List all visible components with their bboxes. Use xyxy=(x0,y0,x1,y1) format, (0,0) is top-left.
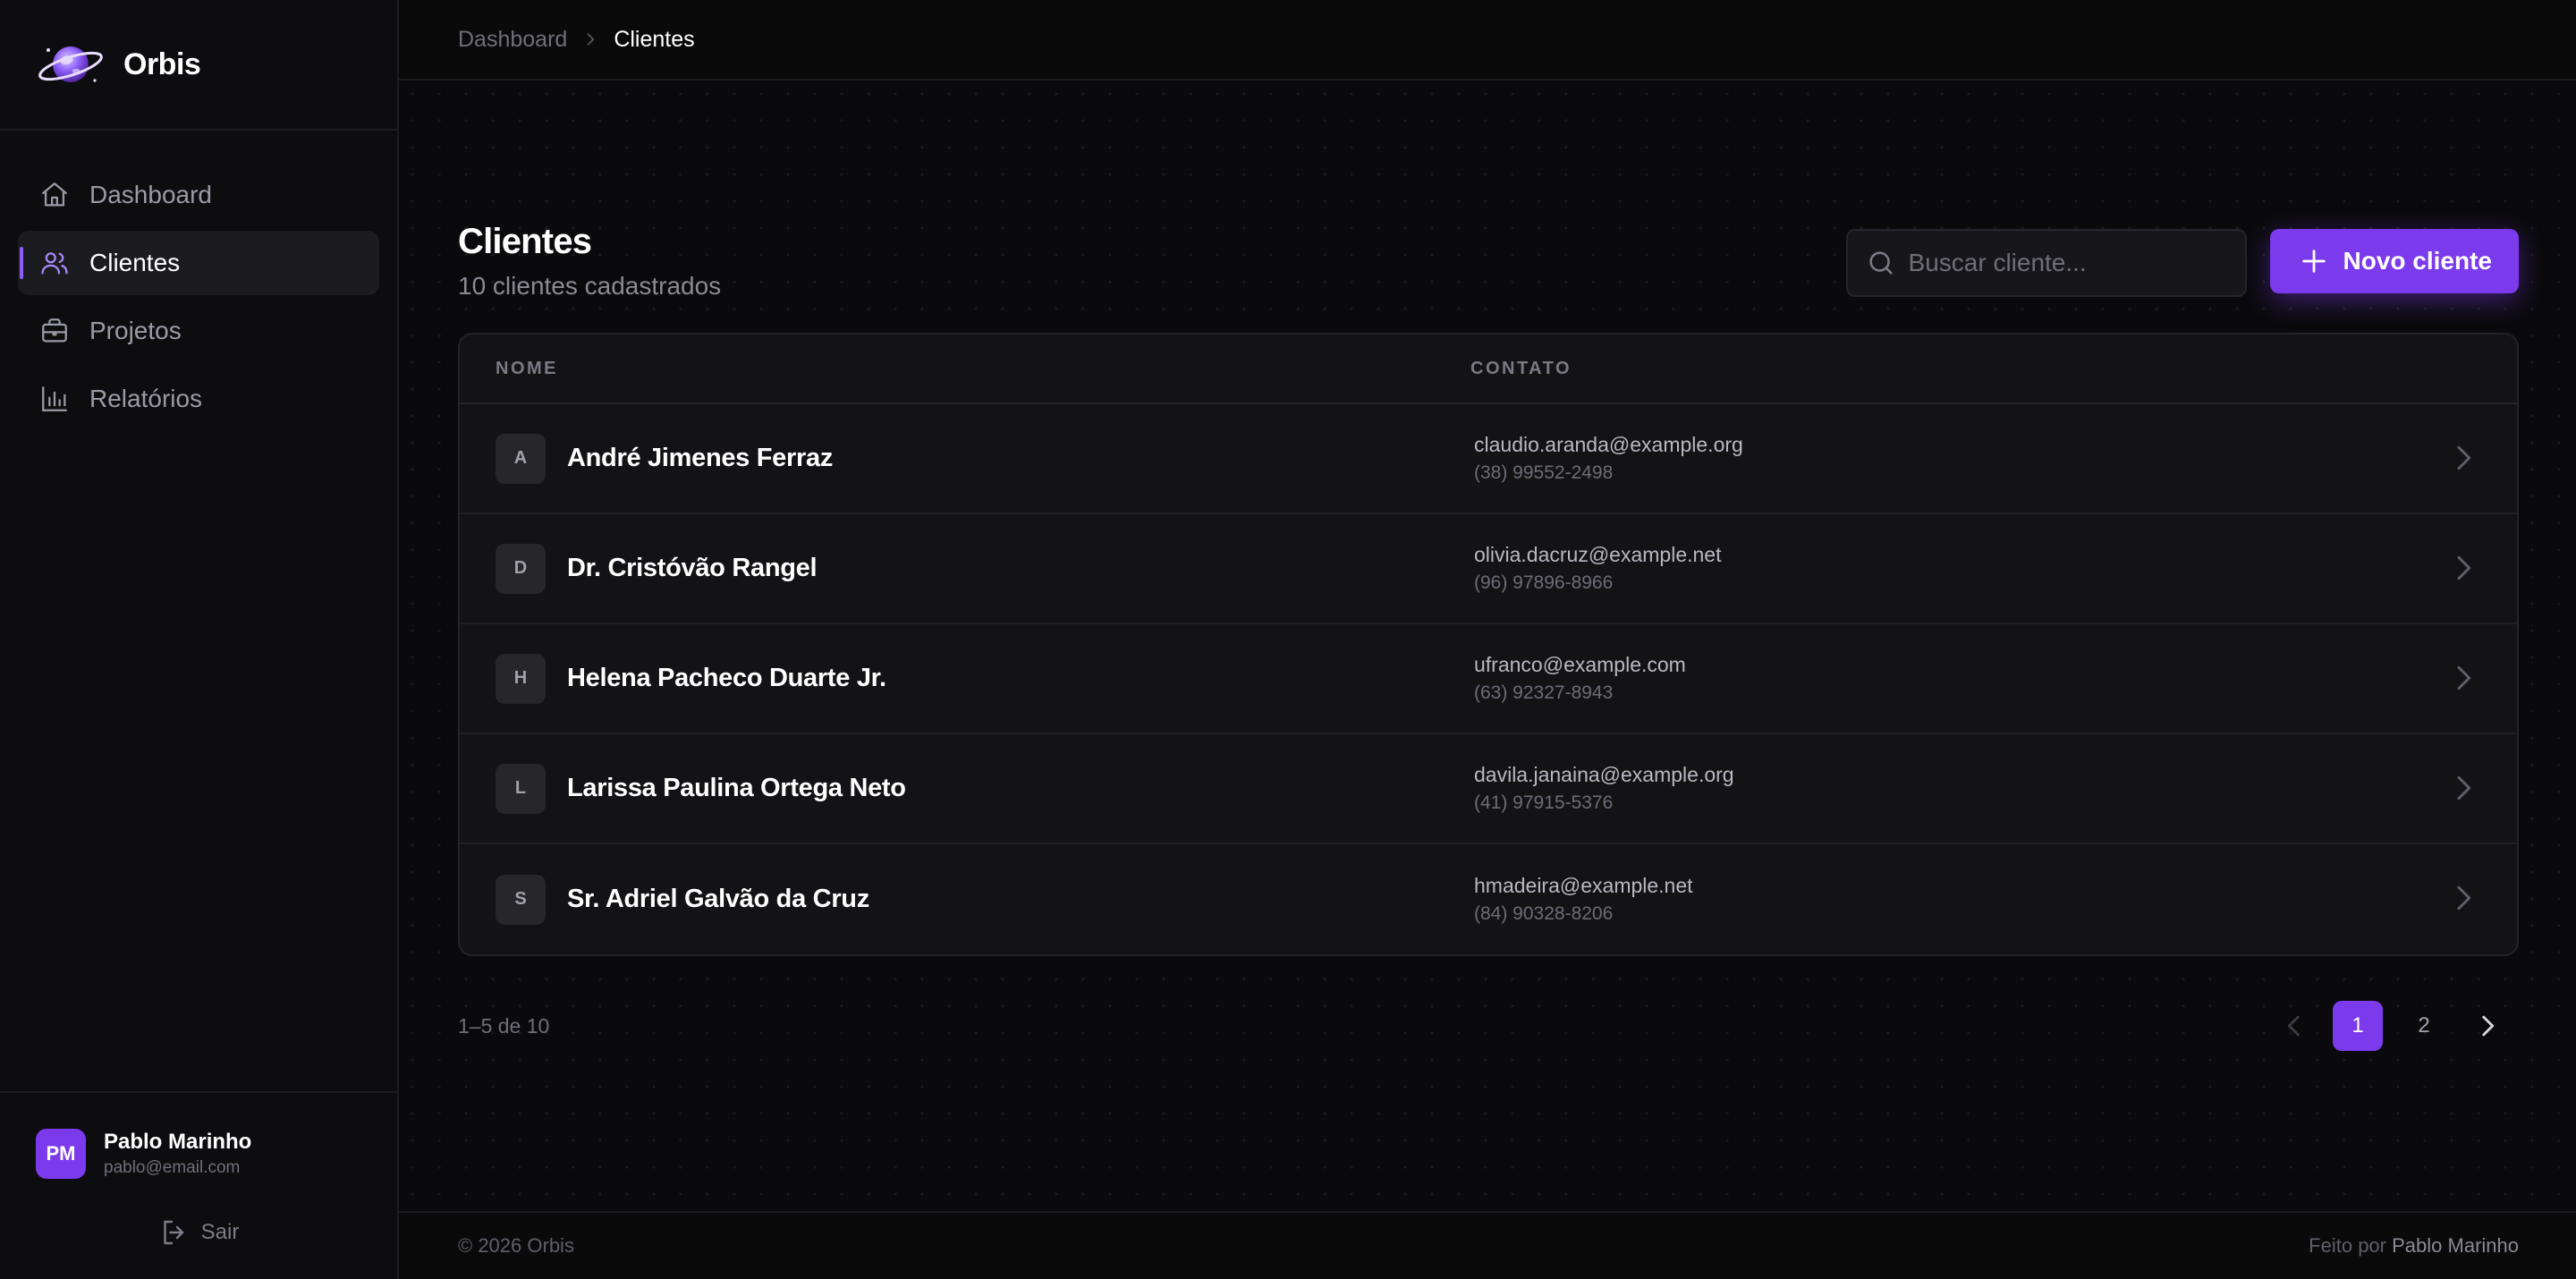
client-phone: (38) 99552-2498 xyxy=(1474,462,1614,483)
column-header-contact: CONTATO xyxy=(1470,358,1572,378)
page-button-2[interactable]: 2 xyxy=(2399,1001,2449,1051)
planet-logo-icon xyxy=(36,38,106,91)
pagination: 1 2 xyxy=(2272,1001,2510,1051)
chevron-left-icon xyxy=(2287,1015,2300,1037)
app-root: Orbis Dashboard Clientes Projetos Relató… xyxy=(0,0,2576,1279)
client-email: olivia.dacruz@example.net xyxy=(1474,543,1722,566)
column-header-name: NOME xyxy=(496,358,558,378)
breadcrumb-current: Clientes xyxy=(614,26,695,52)
logout-button[interactable]: Sair xyxy=(36,1216,361,1249)
brand-name: Orbis xyxy=(123,47,201,81)
client-phone: (63) 92327-8943 xyxy=(1474,682,1614,703)
page-actions: Novo cliente xyxy=(1845,229,2519,297)
client-name: Helena Pacheco Duarte Jr. xyxy=(567,664,886,692)
search-input[interactable] xyxy=(1908,249,2231,277)
client-initial-badge: H xyxy=(496,653,546,704)
table-header: NOME CONTATO xyxy=(460,335,2517,404)
sidebar-item-label: Dashboard xyxy=(89,181,212,208)
sidebar-nav: Dashboard Clientes Projetos Relatórios xyxy=(0,131,397,431)
sidebar: Orbis Dashboard Clientes Projetos Relató… xyxy=(0,0,399,1279)
client-email: claudio.aranda@example.org xyxy=(1474,433,1743,456)
client-email: ufranco@example.com xyxy=(1474,653,1686,676)
sidebar-item-dashboard[interactable]: Dashboard xyxy=(18,163,379,227)
sidebar-item-label: Relatórios xyxy=(89,385,203,412)
client-name: André Jimenes Ferraz xyxy=(567,444,834,472)
client-name: Dr. Cristóvão Rangel xyxy=(567,554,818,582)
new-client-button[interactable]: Novo cliente xyxy=(2269,229,2519,293)
chevron-right-icon xyxy=(2482,1015,2495,1037)
briefcase-icon xyxy=(42,318,67,343)
table-row[interactable]: S Sr. Adriel Galvão da Cruz hmadeira@exa… xyxy=(460,844,2517,954)
footer-author-link[interactable]: Pablo Marinho xyxy=(2392,1234,2519,1257)
client-phone: (41) 97915-5376 xyxy=(1474,792,1614,813)
avatar: PM xyxy=(36,1129,86,1179)
sidebar-item-clientes[interactable]: Clientes xyxy=(18,231,379,295)
client-initial-badge: S xyxy=(496,874,546,925)
table-row[interactable]: H Helena Pacheco Duarte Jr. ufranco@exam… xyxy=(460,624,2517,734)
breadcrumb: Dashboard Clientes xyxy=(399,0,2576,80)
chevron-right-icon[interactable] xyxy=(2445,550,2481,586)
user-name: Pablo Marinho xyxy=(104,1130,252,1154)
chevron-right-icon[interactable] xyxy=(2445,660,2481,696)
clients-table: NOME CONTATO A André Jimenes Ferraz clau… xyxy=(458,333,2519,956)
sidebar-item-label: Projetos xyxy=(89,317,182,344)
search-box xyxy=(1845,229,2247,297)
chevron-right-icon[interactable] xyxy=(2445,770,2481,806)
pagination-row: 1–5 de 10 1 2 xyxy=(458,1001,2519,1051)
main-content: Dashboard Clientes Clientes 10 clientes … xyxy=(399,0,2576,1279)
client-phone: (84) 90328-8206 xyxy=(1474,903,1614,924)
page-footer: © 2026 Orbis Feito por Pablo Marinho xyxy=(399,1211,2576,1279)
sidebar-footer: PM Pablo Marinho pablo@email.com Sair xyxy=(0,1091,397,1279)
brand[interactable]: Orbis xyxy=(0,0,397,131)
page-subtitle: 10 clientes cadastrados xyxy=(458,272,722,300)
chevron-right-icon[interactable] xyxy=(2445,880,2481,916)
client-email: hmadeira@example.net xyxy=(1474,874,1693,897)
page-button-1[interactable]: 1 xyxy=(2333,1001,2383,1051)
table-row[interactable]: D Dr. Cristóvão Rangel olivia.dacruz@exa… xyxy=(460,514,2517,624)
client-name: Larissa Paulina Ortega Neto xyxy=(567,774,906,802)
sidebar-item-label: Clientes xyxy=(89,249,181,276)
sidebar-item-relatorios[interactable]: Relatórios xyxy=(18,367,379,431)
footer-made-by: Feito por xyxy=(2309,1234,2386,1257)
footer-copyright: © 2026 Orbis xyxy=(458,1234,574,1257)
client-initial-badge: A xyxy=(496,433,546,484)
next-page-button[interactable] xyxy=(2465,1004,2510,1048)
client-email: davila.janaina@example.org xyxy=(1474,763,1734,786)
bar-chart-icon xyxy=(42,386,67,411)
logout-icon xyxy=(163,1220,183,1245)
table-row[interactable]: L Larissa Paulina Ortega Neto davila.jan… xyxy=(460,734,2517,844)
page-heading: Clientes 10 clientes cadastrados xyxy=(458,140,721,301)
chevron-right-icon xyxy=(587,33,595,46)
home-icon xyxy=(42,182,67,207)
table-row[interactable]: A André Jimenes Ferraz claudio.aranda@ex… xyxy=(460,404,2517,514)
client-phone: (96) 97896-8966 xyxy=(1474,572,1614,593)
breadcrumb-dashboard-link[interactable]: Dashboard xyxy=(458,27,567,53)
client-initial-badge: L xyxy=(496,763,546,814)
pagination-range: 1–5 de 10 xyxy=(458,1013,550,1038)
users-icon xyxy=(41,252,68,275)
client-initial-badge: D xyxy=(496,543,546,594)
client-name: Sr. Adriel Galvão da Cruz xyxy=(567,885,869,913)
previous-page-button[interactable] xyxy=(2272,1004,2317,1048)
search-icon xyxy=(1868,251,1893,275)
page-title: Clientes xyxy=(458,222,592,261)
footer-credit: Feito por Pablo Marinho xyxy=(2309,1234,2519,1258)
user-profile[interactable]: PM Pablo Marinho pablo@email.com xyxy=(36,1129,361,1179)
chevron-right-icon[interactable] xyxy=(2445,440,2481,476)
logout-label: Sair xyxy=(200,1220,240,1244)
plus-icon xyxy=(2301,250,2326,273)
new-client-label: Novo cliente xyxy=(2343,247,2492,275)
user-email: pablo@email.com xyxy=(104,1158,241,1177)
sidebar-item-projetos[interactable]: Projetos xyxy=(18,299,379,363)
